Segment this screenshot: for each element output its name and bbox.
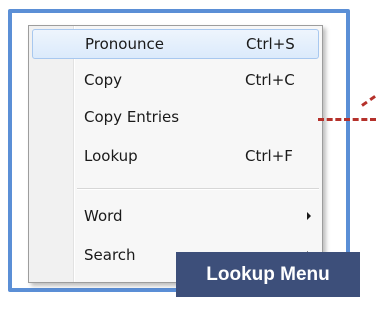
menu-item-label: Pronounce [85, 35, 164, 53]
lookup-context-menu: Pronounce Ctrl+S Copy Ctrl+C Copy Entrie… [28, 25, 323, 283]
caption-label: Lookup Menu [176, 252, 360, 297]
callout-leader-line [318, 118, 376, 121]
callout-leader-tail [361, 95, 376, 107]
menu-item-label: Copy Entries [84, 108, 180, 126]
menu-item-label: Search [84, 246, 136, 264]
menu-item-copy[interactable]: Copy Ctrl+C [32, 66, 319, 96]
menu-item-copy-entries[interactable]: Copy Entries [32, 103, 319, 133]
screenshot-stage: Pronounce Ctrl+S Copy Ctrl+C Copy Entrie… [0, 0, 376, 309]
menu-item-shortcut: Ctrl+C [245, 71, 295, 89]
menu-item-pronounce[interactable]: Pronounce Ctrl+S [32, 29, 319, 59]
menu-separator-highlight [77, 189, 319, 190]
menu-item-label: Lookup [84, 147, 138, 165]
menu-item-word[interactable]: Word [32, 202, 319, 232]
menu-item-label: Copy [84, 71, 123, 89]
menu-item-label: Word [84, 207, 123, 225]
menu-item-shortcut: Ctrl+S [246, 35, 295, 53]
submenu-arrow-icon [307, 212, 311, 220]
menu-item-lookup[interactable]: Lookup Ctrl+F [32, 142, 319, 172]
menu-item-shortcut: Ctrl+F [245, 147, 293, 165]
